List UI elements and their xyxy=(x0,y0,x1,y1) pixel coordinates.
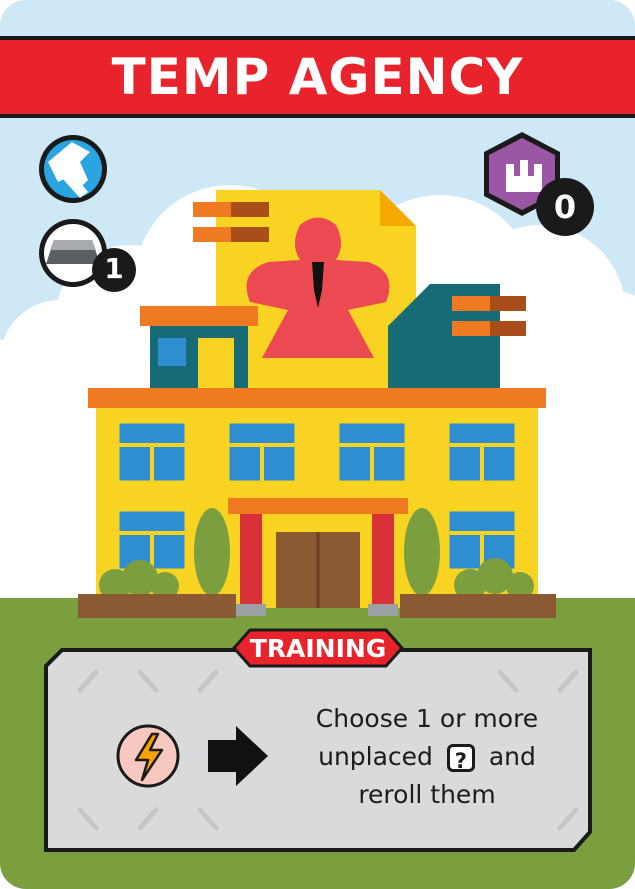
pollution-value: 0 xyxy=(553,188,577,226)
effect-line-1: Choose 1 or more xyxy=(315,704,539,733)
lightning-icon xyxy=(116,724,180,788)
title-banner-text-wrap: TEMP AGENCY xyxy=(0,38,635,116)
card-title: TEMP AGENCY xyxy=(111,48,524,106)
game-card[interactable]: TEMP AGENCY 1 0 TRAINING Choose 1 or mor… xyxy=(0,0,635,889)
entrance-awning xyxy=(228,498,408,514)
ability-tag: TRAINING xyxy=(234,630,402,666)
effect-line-2-before: unplaced xyxy=(318,742,433,771)
effect-line-2-after: and xyxy=(488,742,536,771)
ability-tag-label: TRAINING xyxy=(249,633,387,663)
die-icon: ? xyxy=(446,744,475,773)
effect-line-3: reroll them xyxy=(358,780,496,809)
hammer-icon[interactable] xyxy=(39,135,107,203)
build-cost-value: 1 xyxy=(104,252,124,285)
effect-line-2: unplaced ? and xyxy=(282,738,572,776)
effect-text: Choose 1 or more unplaced ? and reroll t… xyxy=(282,700,572,814)
main-roof xyxy=(88,388,546,408)
